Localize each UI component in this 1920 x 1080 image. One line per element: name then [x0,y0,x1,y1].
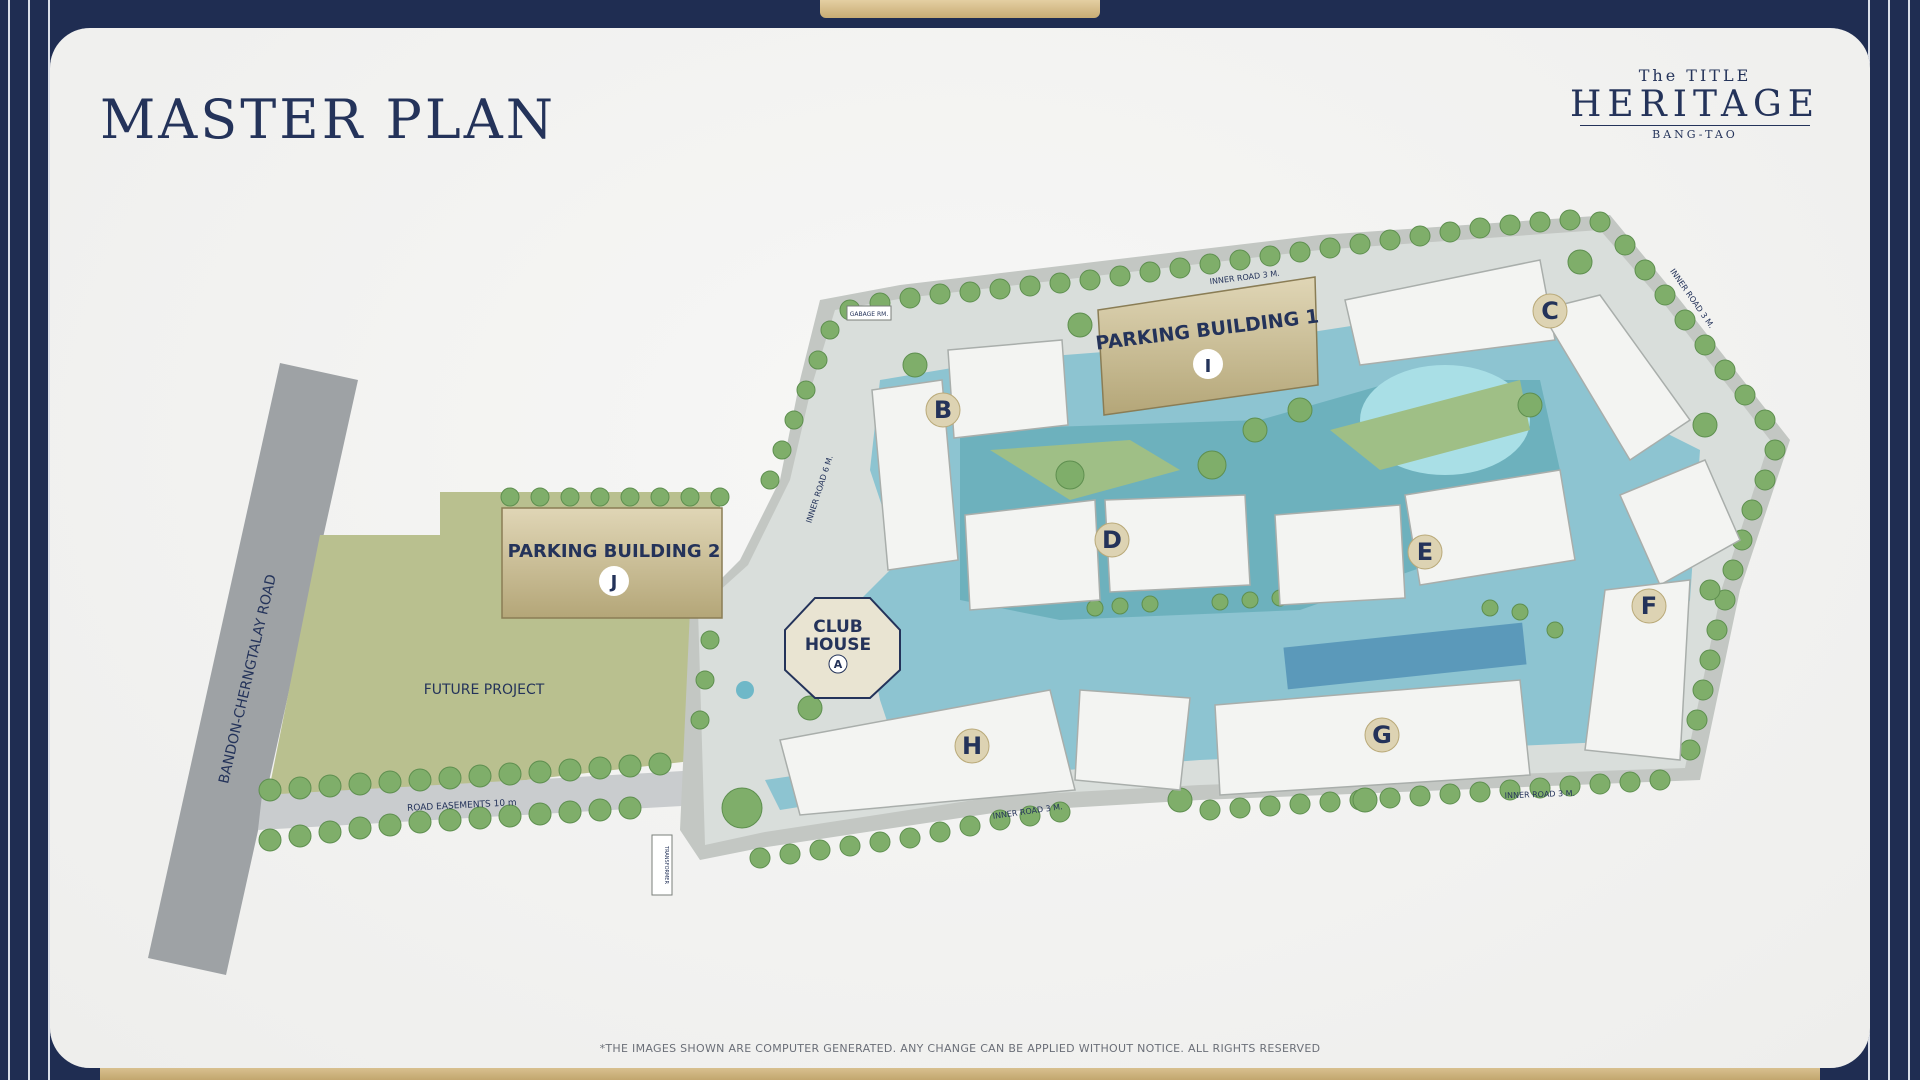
future-project-label: FUTURE PROJECT [424,682,545,698]
block-e-west [1274,504,1406,606]
garbage-room-label: GABAGE RM. [850,311,889,318]
building-d-label: D [1102,526,1122,554]
fountain [736,681,754,699]
building-e-label: E [1417,538,1433,566]
building-b-label: B [934,396,952,424]
disclaimer: *THE IMAGES SHOWN ARE COMPUTER GENERATED… [599,1042,1321,1055]
block-d-west [964,499,1101,611]
parking-building-2 [501,507,723,619]
building-h-label: H [962,732,982,760]
master-plan-map: BANDON-CHERNGTALAY ROAD FUTURE PROJECT R… [148,209,1790,975]
building-c-label: C [1541,297,1559,325]
block-b-east [947,339,1069,439]
parking-building-2-code: J [609,572,618,593]
clubhouse-label-line2: HOUSE [805,635,871,655]
block-h-east [1074,689,1191,791]
clubhouse-code: A [834,658,843,671]
transformer-label: TRANSFORMER [663,845,669,884]
clubhouse-label-line1: CLUB [813,617,862,637]
inner-road-bottom-right-label: INNER ROAD 3 M. [1505,789,1576,800]
building-f-label: F [1641,592,1657,620]
parking-building-1-code: I [1205,356,1212,377]
building-g-label: G [1372,721,1392,749]
parking-building-2-label: PARKING BUILDING 2 [508,541,721,562]
